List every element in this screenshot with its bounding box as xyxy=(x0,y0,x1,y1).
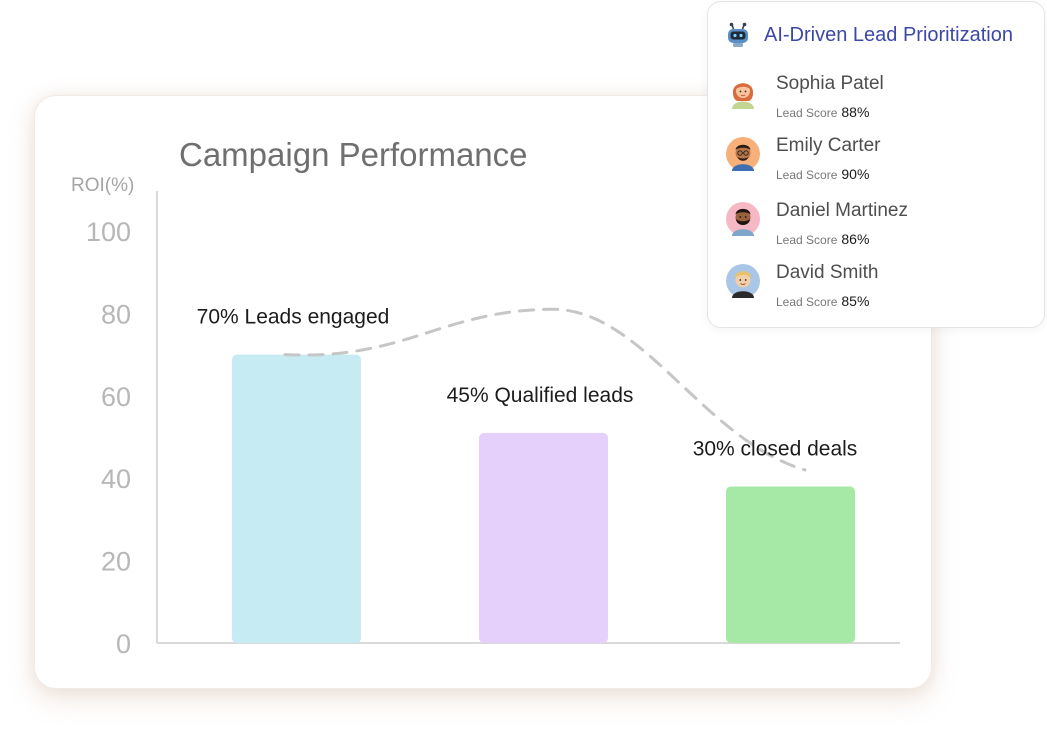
y-tick-label: 80 xyxy=(101,299,131,329)
blond-man-avatar-icon xyxy=(726,264,760,298)
chart-title: Campaign Performance xyxy=(179,136,528,173)
lead-name: David Smith xyxy=(776,262,879,283)
robot-icon xyxy=(728,22,748,47)
y-tick-label: 0 xyxy=(116,629,131,659)
bar xyxy=(232,354,361,643)
lead-score-value: 90% xyxy=(841,166,870,182)
y-tick-label: 60 xyxy=(101,382,131,412)
lead-item[interactable]: Emily Carter Lead Score 90% xyxy=(726,135,1026,189)
lead-item[interactable]: Daniel Martinez Lead Score 86% xyxy=(726,200,1026,254)
lead-name: Sophia Patel xyxy=(776,73,884,94)
lead-score-value: 86% xyxy=(841,231,870,247)
bar-data-label: 70% Leads engaged xyxy=(197,306,390,329)
lead-prioritization-panel: AI-Driven Lead Prioritization Sophia Pat… xyxy=(707,1,1045,328)
y-tick-label: 100 xyxy=(86,217,131,247)
lead-item[interactable]: David Smith Lead Score 85% xyxy=(726,262,1026,316)
bar xyxy=(479,432,608,643)
lead-name: Daniel Martinez xyxy=(776,200,908,221)
panel-header: AI-Driven Lead Prioritization xyxy=(726,22,1013,48)
lead-score: Lead Score 90% xyxy=(776,166,869,184)
lead-score-label: Lead Score xyxy=(776,295,838,309)
lead-score-value: 88% xyxy=(841,104,870,120)
y-tick-label: 40 xyxy=(101,464,131,494)
lead-score: Lead Score 88% xyxy=(776,104,869,122)
lead-score: Lead Score 86% xyxy=(776,231,869,249)
panel-title: AI-Driven Lead Prioritization xyxy=(764,23,1013,46)
bearded-man-avatar-icon xyxy=(726,202,760,236)
y-tick-label: 20 xyxy=(101,547,131,577)
bar xyxy=(726,486,855,643)
lead-score: Lead Score 85% xyxy=(776,293,869,311)
lead-score-label: Lead Score xyxy=(776,106,838,120)
lead-score-label: Lead Score xyxy=(776,168,838,182)
y-axis-ticks: 0 20 40 60 80 100 xyxy=(86,217,131,659)
lead-score-value: 85% xyxy=(841,293,870,309)
y-axis-label: ROI(%) xyxy=(71,175,134,196)
bar-data-label: 30% closed deals xyxy=(693,437,858,460)
lead-score-label: Lead Score xyxy=(776,233,838,247)
woman-avatar-icon xyxy=(726,75,760,109)
bar-data-label: 45% Qualified leads xyxy=(447,384,634,407)
lead-name: Emily Carter xyxy=(776,135,881,156)
man-glasses-avatar-icon xyxy=(726,137,760,171)
lead-item[interactable]: Sophia Patel Lead Score 88% xyxy=(726,73,1026,127)
